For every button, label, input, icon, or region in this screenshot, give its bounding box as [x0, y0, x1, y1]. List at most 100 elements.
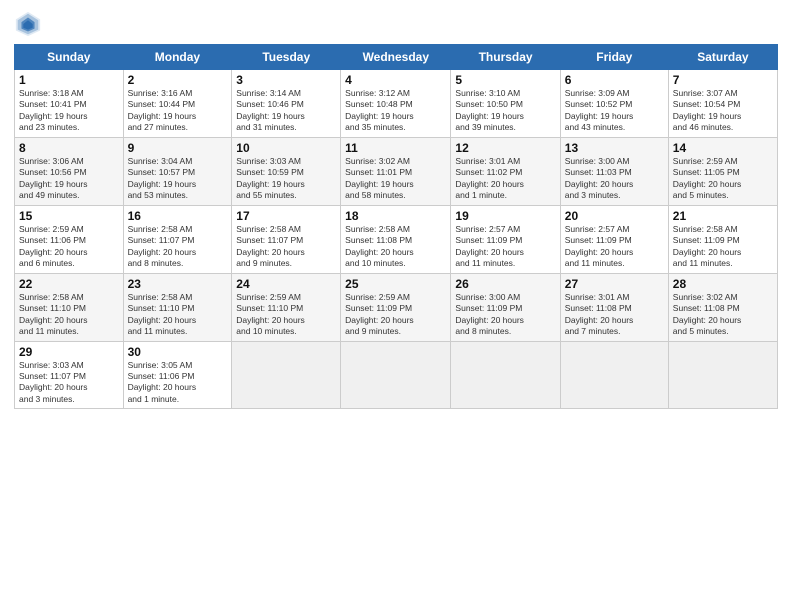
calendar-cell: 23Sunrise: 2:58 AM Sunset: 11:10 PM Dayl…	[123, 273, 232, 341]
calendar-week-2: 8Sunrise: 3:06 AM Sunset: 10:56 PM Dayli…	[15, 137, 778, 205]
day-info: Sunrise: 3:18 AM Sunset: 10:41 PM Daylig…	[19, 88, 119, 134]
calendar-cell: 10Sunrise: 3:03 AM Sunset: 10:59 PM Dayl…	[232, 137, 341, 205]
day-number: 21	[673, 209, 773, 223]
calendar-cell: 1Sunrise: 3:18 AM Sunset: 10:41 PM Dayli…	[15, 70, 124, 138]
calendar-cell	[560, 341, 668, 409]
calendar-cell: 30Sunrise: 3:05 AM Sunset: 11:06 PM Dayl…	[123, 341, 232, 409]
day-number: 11	[345, 141, 446, 155]
day-number: 25	[345, 277, 446, 291]
day-info: Sunrise: 2:58 AM Sunset: 11:08 PM Daylig…	[345, 224, 446, 270]
day-info: Sunrise: 2:58 AM Sunset: 11:07 PM Daylig…	[128, 224, 228, 270]
day-info: Sunrise: 3:00 AM Sunset: 11:03 PM Daylig…	[565, 156, 664, 202]
day-number: 8	[19, 141, 119, 155]
day-number: 18	[345, 209, 446, 223]
day-info: Sunrise: 2:58 AM Sunset: 11:10 PM Daylig…	[19, 292, 119, 338]
logo-icon	[14, 10, 42, 38]
calendar-cell: 14Sunrise: 2:59 AM Sunset: 11:05 PM Dayl…	[668, 137, 777, 205]
day-number: 27	[565, 277, 664, 291]
day-number: 2	[128, 73, 228, 87]
day-number: 28	[673, 277, 773, 291]
day-number: 1	[19, 73, 119, 87]
calendar-cell: 24Sunrise: 2:59 AM Sunset: 11:10 PM Dayl…	[232, 273, 341, 341]
day-info: Sunrise: 3:06 AM Sunset: 10:56 PM Daylig…	[19, 156, 119, 202]
day-number: 30	[128, 345, 228, 359]
day-number: 15	[19, 209, 119, 223]
day-info: Sunrise: 3:04 AM Sunset: 10:57 PM Daylig…	[128, 156, 228, 202]
calendar-cell	[668, 341, 777, 409]
day-number: 17	[236, 209, 336, 223]
calendar-cell: 29Sunrise: 3:03 AM Sunset: 11:07 PM Dayl…	[15, 341, 124, 409]
day-info: Sunrise: 3:02 AM Sunset: 11:08 PM Daylig…	[673, 292, 773, 338]
weekday-friday: Friday	[560, 45, 668, 70]
day-info: Sunrise: 3:10 AM Sunset: 10:50 PM Daylig…	[455, 88, 555, 134]
calendar-cell: 16Sunrise: 2:58 AM Sunset: 11:07 PM Dayl…	[123, 205, 232, 273]
calendar-cell: 21Sunrise: 2:58 AM Sunset: 11:09 PM Dayl…	[668, 205, 777, 273]
calendar-cell	[232, 341, 341, 409]
day-number: 5	[455, 73, 555, 87]
weekday-thursday: Thursday	[451, 45, 560, 70]
calendar-week-4: 22Sunrise: 2:58 AM Sunset: 11:10 PM Dayl…	[15, 273, 778, 341]
calendar-week-3: 15Sunrise: 2:59 AM Sunset: 11:06 PM Dayl…	[15, 205, 778, 273]
calendar-cell: 25Sunrise: 2:59 AM Sunset: 11:09 PM Dayl…	[341, 273, 451, 341]
day-info: Sunrise: 3:01 AM Sunset: 11:02 PM Daylig…	[455, 156, 555, 202]
calendar-cell: 15Sunrise: 2:59 AM Sunset: 11:06 PM Dayl…	[15, 205, 124, 273]
calendar-cell: 8Sunrise: 3:06 AM Sunset: 10:56 PM Dayli…	[15, 137, 124, 205]
calendar-cell: 22Sunrise: 2:58 AM Sunset: 11:10 PM Dayl…	[15, 273, 124, 341]
day-info: Sunrise: 2:58 AM Sunset: 11:09 PM Daylig…	[673, 224, 773, 270]
day-info: Sunrise: 3:16 AM Sunset: 10:44 PM Daylig…	[128, 88, 228, 134]
day-info: Sunrise: 3:07 AM Sunset: 10:54 PM Daylig…	[673, 88, 773, 134]
day-number: 7	[673, 73, 773, 87]
day-info: Sunrise: 3:03 AM Sunset: 10:59 PM Daylig…	[236, 156, 336, 202]
day-info: Sunrise: 3:09 AM Sunset: 10:52 PM Daylig…	[565, 88, 664, 134]
calendar-cell: 28Sunrise: 3:02 AM Sunset: 11:08 PM Dayl…	[668, 273, 777, 341]
calendar-cell: 5Sunrise: 3:10 AM Sunset: 10:50 PM Dayli…	[451, 70, 560, 138]
calendar-cell: 27Sunrise: 3:01 AM Sunset: 11:08 PM Dayl…	[560, 273, 668, 341]
day-number: 12	[455, 141, 555, 155]
day-info: Sunrise: 2:59 AM Sunset: 11:10 PM Daylig…	[236, 292, 336, 338]
day-number: 26	[455, 277, 555, 291]
day-number: 24	[236, 277, 336, 291]
day-number: 10	[236, 141, 336, 155]
day-info: Sunrise: 2:57 AM Sunset: 11:09 PM Daylig…	[455, 224, 555, 270]
calendar-cell: 4Sunrise: 3:12 AM Sunset: 10:48 PM Dayli…	[341, 70, 451, 138]
day-info: Sunrise: 3:02 AM Sunset: 11:01 PM Daylig…	[345, 156, 446, 202]
calendar-cell: 6Sunrise: 3:09 AM Sunset: 10:52 PM Dayli…	[560, 70, 668, 138]
day-number: 20	[565, 209, 664, 223]
calendar-cell: 26Sunrise: 3:00 AM Sunset: 11:09 PM Dayl…	[451, 273, 560, 341]
calendar-cell: 2Sunrise: 3:16 AM Sunset: 10:44 PM Dayli…	[123, 70, 232, 138]
calendar-cell: 11Sunrise: 3:02 AM Sunset: 11:01 PM Dayl…	[341, 137, 451, 205]
page: SundayMondayTuesdayWednesdayThursdayFrid…	[0, 0, 792, 612]
day-info: Sunrise: 3:01 AM Sunset: 11:08 PM Daylig…	[565, 292, 664, 338]
header	[14, 10, 778, 38]
day-number: 29	[19, 345, 119, 359]
weekday-wednesday: Wednesday	[341, 45, 451, 70]
day-number: 6	[565, 73, 664, 87]
day-info: Sunrise: 3:12 AM Sunset: 10:48 PM Daylig…	[345, 88, 446, 134]
day-number: 4	[345, 73, 446, 87]
weekday-header-row: SundayMondayTuesdayWednesdayThursdayFrid…	[15, 45, 778, 70]
weekday-saturday: Saturday	[668, 45, 777, 70]
day-info: Sunrise: 2:59 AM Sunset: 11:06 PM Daylig…	[19, 224, 119, 270]
calendar-cell: 18Sunrise: 2:58 AM Sunset: 11:08 PM Dayl…	[341, 205, 451, 273]
day-number: 22	[19, 277, 119, 291]
calendar-table: SundayMondayTuesdayWednesdayThursdayFrid…	[14, 44, 778, 409]
calendar-cell	[451, 341, 560, 409]
calendar-cell: 3Sunrise: 3:14 AM Sunset: 10:46 PM Dayli…	[232, 70, 341, 138]
day-info: Sunrise: 3:05 AM Sunset: 11:06 PM Daylig…	[128, 360, 228, 406]
calendar-cell: 17Sunrise: 2:58 AM Sunset: 11:07 PM Dayl…	[232, 205, 341, 273]
weekday-tuesday: Tuesday	[232, 45, 341, 70]
day-info: Sunrise: 3:03 AM Sunset: 11:07 PM Daylig…	[19, 360, 119, 406]
day-info: Sunrise: 2:59 AM Sunset: 11:09 PM Daylig…	[345, 292, 446, 338]
weekday-monday: Monday	[123, 45, 232, 70]
logo	[14, 10, 46, 38]
calendar-cell	[341, 341, 451, 409]
calendar-cell: 9Sunrise: 3:04 AM Sunset: 10:57 PM Dayli…	[123, 137, 232, 205]
calendar-cell: 20Sunrise: 2:57 AM Sunset: 11:09 PM Dayl…	[560, 205, 668, 273]
day-info: Sunrise: 2:57 AM Sunset: 11:09 PM Daylig…	[565, 224, 664, 270]
day-number: 9	[128, 141, 228, 155]
day-info: Sunrise: 2:59 AM Sunset: 11:05 PM Daylig…	[673, 156, 773, 202]
day-info: Sunrise: 3:14 AM Sunset: 10:46 PM Daylig…	[236, 88, 336, 134]
day-number: 14	[673, 141, 773, 155]
day-info: Sunrise: 3:00 AM Sunset: 11:09 PM Daylig…	[455, 292, 555, 338]
day-info: Sunrise: 2:58 AM Sunset: 11:10 PM Daylig…	[128, 292, 228, 338]
